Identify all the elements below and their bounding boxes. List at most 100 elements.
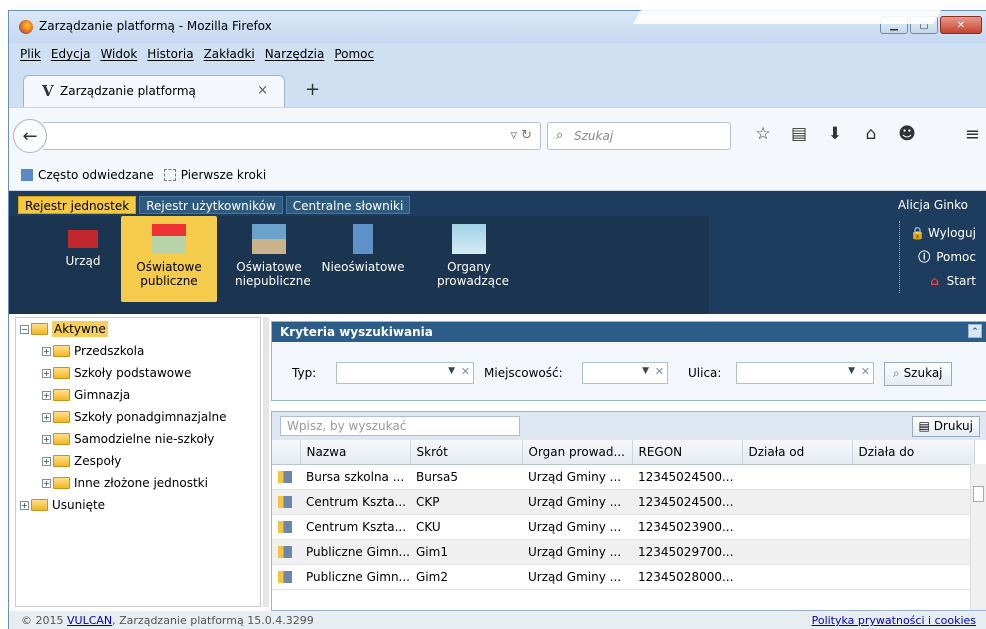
window-title: Zarządzanie platformą - Mozilla Firefox	[39, 19, 272, 33]
table-row[interactable]: Centrum Kszta... CKU Urząd Gminy ... 123450…	[272, 514, 974, 540]
tree-node-inne[interactable]: + Inne złożone jednostki	[16, 472, 260, 494]
expand-icon[interactable]: +	[42, 434, 51, 444]
reload-icon[interactable]: ▿ ↻	[510, 128, 532, 143]
collapse-panel-icon[interactable]: ⌃	[968, 324, 982, 338]
table-row[interactable]: Centrum Kszta... CKP Urząd Gminy ... 123450…	[272, 489, 974, 515]
tree-node-aktywne[interactable]: − Aktywne	[16, 318, 260, 340]
tree-label: Inne złożone jednostki	[74, 476, 208, 490]
criteria-title: Kryteria wyszukiwania	[280, 325, 433, 339]
unit-details-icon[interactable]	[278, 570, 292, 583]
bookmark-page-icon	[163, 169, 176, 181]
bookmarks-bar: Często odwiedzane Pierwsze kroki	[9, 163, 986, 191]
tab-label: Zarządzanie platformą	[60, 84, 196, 98]
chevron-down-icon[interactable]: ▼	[848, 366, 855, 376]
unit-details-icon[interactable]	[278, 470, 292, 483]
tree-node-usuniete[interactable]: + Usunięte	[16, 494, 260, 516]
tile-nieoswiatowe[interactable]: Nieoświatowe	[315, 216, 411, 302]
browser-tab[interactable]: V Zarządzanie platformą ×	[23, 75, 285, 107]
tree-node-gimnazja[interactable]: + Gimnazja	[16, 384, 260, 406]
tree-label: Usunięte	[52, 498, 106, 512]
unit-details-icon[interactable]	[278, 520, 292, 533]
chevron-down-icon[interactable]: ▼	[448, 366, 455, 376]
reading-list-icon[interactable]: ▤	[781, 124, 817, 144]
print-button[interactable]: ▤ Drukuj	[911, 416, 980, 437]
expand-icon[interactable]: +	[42, 478, 51, 488]
government-building-icon	[452, 224, 486, 254]
unit-details-icon[interactable]	[278, 495, 292, 508]
street-select[interactable]: ▼ ✕	[736, 362, 874, 384]
privacy-link[interactable]: Polityka prywatności i cookies	[812, 614, 976, 627]
collapse-icon[interactable]: −	[20, 324, 29, 334]
menu-historia[interactable]: Historia	[142, 43, 198, 65]
expand-icon[interactable]: +	[42, 346, 51, 356]
school-building-icon	[252, 224, 286, 254]
table-row[interactable]: Publiczne Gimn... Gim2 Urząd Gminy ... 1234…	[272, 564, 974, 590]
tree-node-szkoly-podstawowe[interactable]: + Szkoły podstawowe	[16, 362, 260, 384]
table-row[interactable]: Publiczne Gimn... Gim1 Urząd Gminy ... 1234…	[272, 539, 974, 565]
clear-icon[interactable]: ✕	[461, 365, 470, 378]
unit-details-icon[interactable]	[278, 545, 292, 558]
city-select[interactable]: ▼ ✕	[582, 362, 668, 384]
menu-zakladki[interactable]: Zakładki	[199, 43, 260, 65]
expand-icon[interactable]: +	[42, 456, 51, 466]
search-icon: ⌕	[893, 366, 900, 380]
menu-icon[interactable]: ≡	[965, 124, 980, 145]
tree-node-przedszkola[interactable]: + Przedszkola	[16, 340, 260, 362]
tree-node-samodzielne[interactable]: + Samodzielne nie-szkoły	[16, 428, 260, 450]
menu-edycja[interactable]: Edycja	[46, 43, 96, 65]
table-row[interactable]: Bursa szkolna ... Bursa5 Urząd Gminy ... 12…	[272, 464, 974, 490]
close-window-button[interactable]: ✕	[940, 16, 982, 34]
col-dziala-od[interactable]: Działa od	[742, 440, 853, 465]
new-tab-button[interactable]: +	[305, 79, 320, 100]
col-organ[interactable]: Organ prowad...	[522, 440, 633, 465]
menu-plik[interactable]: Plik	[15, 43, 46, 65]
menu-narzedzia[interactable]: Narzędzia	[260, 43, 330, 65]
tree-node-szkoly-ponadgimnazjalne[interactable]: + Szkoły ponadgimnazjalne	[16, 406, 260, 428]
chevron-down-icon[interactable]: ▼	[642, 366, 649, 376]
menu-widok[interactable]: Widok	[95, 43, 142, 65]
folder-icon	[53, 389, 70, 401]
tile-oswiatowe-publiczne[interactable]: Oświatowe publiczne	[121, 216, 217, 302]
search-input[interactable]: ⌕ Szukaj	[547, 122, 731, 150]
clear-icon[interactable]: ✕	[655, 365, 664, 378]
search-button[interactable]: ⌕ Szukaj	[884, 362, 952, 386]
tab-centralne-slowniki[interactable]: Centralne słowniki	[285, 196, 411, 214]
logout-link[interactable]: 🔒 Wyloguj	[910, 221, 976, 245]
tree-label: Aktywne	[52, 321, 108, 337]
scroll-thumb[interactable]	[973, 486, 984, 502]
type-select[interactable]: ▼ ✕	[336, 362, 474, 384]
folder-icon	[53, 411, 70, 423]
tile-oswiatowe-niepubliczne[interactable]: Oświatowe niepubliczne	[221, 216, 317, 302]
bookmark-pierwsze[interactable]: Pierwsze kroki	[181, 168, 266, 182]
help-link[interactable]: ⓘ Pomoc	[910, 245, 976, 269]
filter-input[interactable]: Wpisz, by wyszukać	[280, 416, 520, 436]
col-nazwa[interactable]: Nazwa	[300, 440, 411, 465]
home-icon[interactable]: ⌂	[853, 124, 889, 144]
expand-icon[interactable]: +	[20, 500, 29, 510]
bookmark-czesto[interactable]: Często odwiedzane	[38, 168, 154, 182]
tile-organy-prowadzace[interactable]: Organy prowadzące	[421, 216, 517, 302]
grid-scrollbar[interactable]	[970, 464, 986, 610]
col-skrot[interactable]: Skrót	[410, 440, 523, 465]
panel-splitter[interactable]	[263, 317, 269, 607]
back-button[interactable]: ←	[13, 119, 47, 153]
bookmark-star-icon[interactable]: ☆	[745, 124, 781, 144]
tab-close-icon[interactable]: ×	[257, 83, 268, 98]
expand-icon[interactable]: +	[42, 368, 51, 378]
col-regon[interactable]: REGON	[632, 440, 743, 465]
clear-icon[interactable]: ✕	[861, 365, 870, 378]
expand-icon[interactable]: +	[42, 390, 51, 400]
menu-pomoc[interactable]: Pomoc	[329, 43, 379, 65]
tree-node-zespoly[interactable]: + Zespoły	[16, 450, 260, 472]
hello-icon[interactable]: ☻	[889, 124, 925, 144]
vulcan-link[interactable]: VULCAN	[67, 614, 112, 627]
expand-icon[interactable]: +	[42, 412, 51, 422]
url-bar[interactable]: ▿ ↻	[43, 122, 541, 150]
start-link[interactable]: ⌂ Start	[910, 269, 976, 293]
col-dziala-do[interactable]: Działa do	[852, 440, 975, 465]
unit-type-tiles: Urząd Oświatowe publiczne Oświatowe niep…	[9, 216, 709, 314]
download-icon[interactable]: ⬇	[817, 124, 853, 144]
tile-urzad[interactable]: Urząd	[35, 216, 131, 302]
tab-rejestr-uzytkownikow[interactable]: Rejestr użytkowników	[139, 196, 283, 214]
tab-rejestr-jednostek[interactable]: Rejestr jednostek	[18, 196, 137, 214]
